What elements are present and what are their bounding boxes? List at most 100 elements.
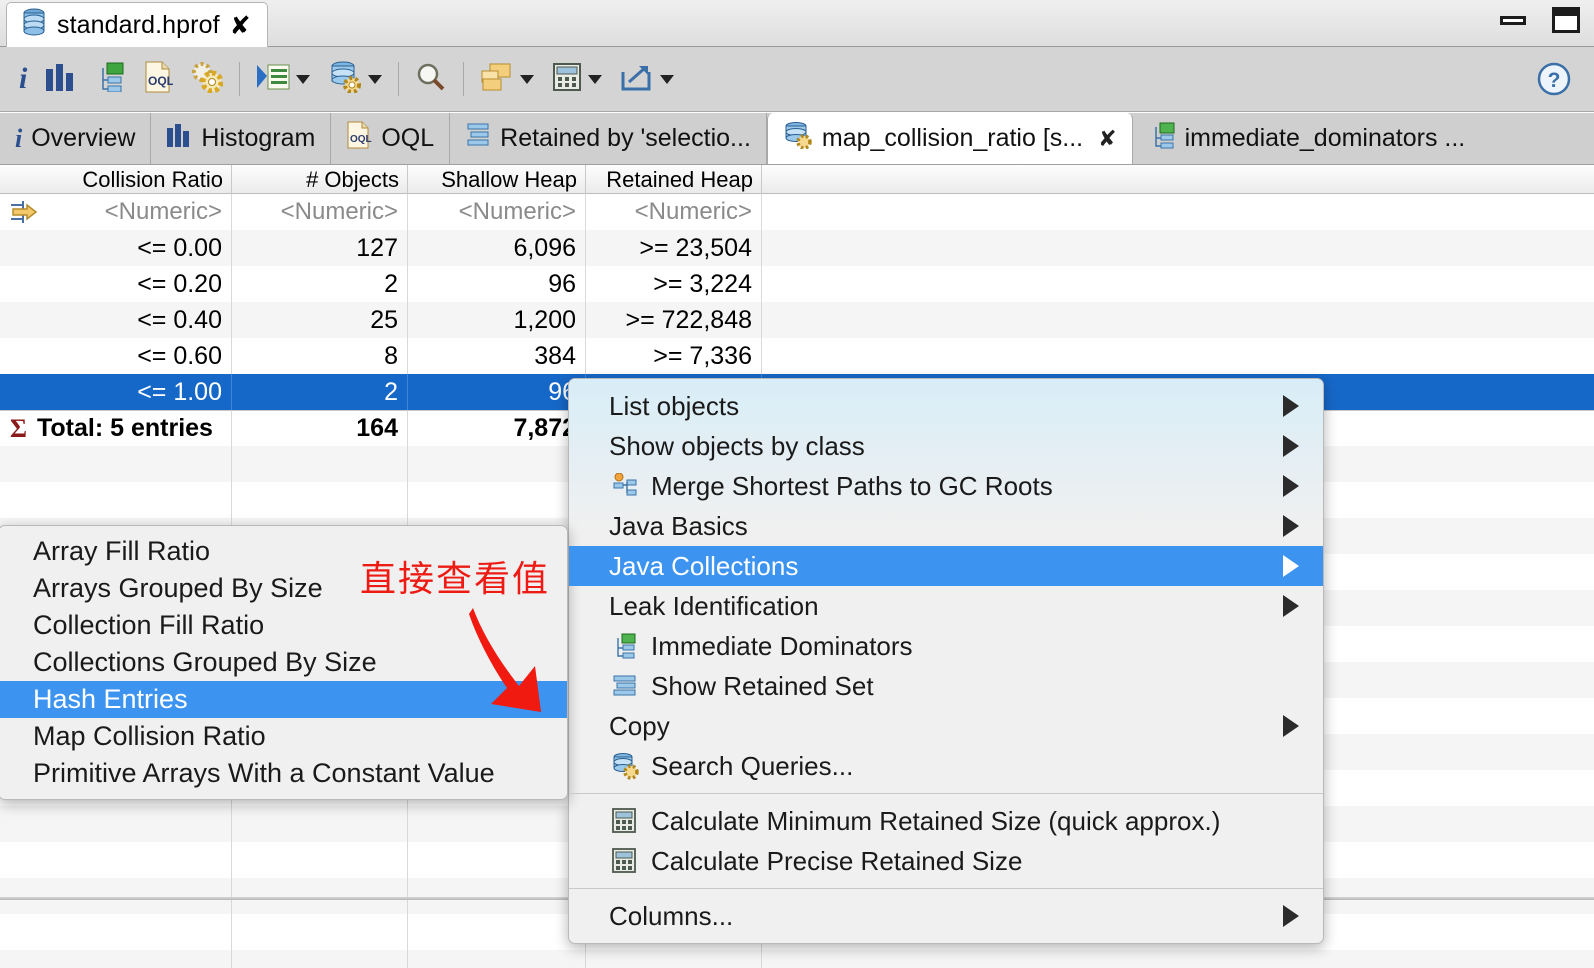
toolbar-button-open-query-browser[interactable]	[319, 56, 391, 102]
menu-item-show-retained-set[interactable]: Show Retained Set	[569, 666, 1323, 706]
toolbar-button-queries[interactable]	[182, 56, 232, 102]
menu-item-list-objects[interactable]: List objects	[569, 386, 1323, 426]
menu-item-label: Show Retained Set	[651, 670, 874, 701]
close-icon[interactable]: ✘	[1098, 126, 1116, 152]
cell-collision-ratio: <= 0.20	[0, 266, 232, 302]
cell-shallow-heap: 6,096	[408, 230, 586, 266]
heap-dump-icon	[21, 8, 47, 43]
column-header-shallow-heap[interactable]: Shallow Heap	[408, 165, 586, 194]
tab-oql[interactable]: OQL OQL	[331, 113, 451, 164]
cell-filler	[762, 338, 1594, 374]
retained-set-icon	[611, 674, 639, 698]
toolbar-button-overview-info[interactable]: i	[10, 56, 36, 102]
toolbar-separator	[398, 62, 400, 96]
toolbar-button-oql[interactable]: OQL	[134, 56, 182, 102]
filter-value-retained-heap: <Numeric>	[586, 194, 762, 230]
chevron-right-icon	[1283, 905, 1299, 927]
toolbar-button-group-by[interactable]	[471, 56, 543, 102]
menu-item-show-objects-by-class[interactable]: Show objects by class	[569, 426, 1323, 466]
application-window: standard.hprof ✘ i OQL ? i Overview Hist…	[0, 0, 1594, 968]
toolbar-button-export[interactable]	[611, 56, 683, 102]
menu-item-calculate-precise-retained-size[interactable]: Calculate Precise Retained Size	[569, 841, 1323, 881]
menu-item-java-collections[interactable]: Java Collections	[569, 546, 1323, 586]
submenu-item-label: Map Collision Ratio	[33, 721, 266, 751]
table-empty-row	[0, 950, 1594, 968]
cell-collision-ratio: <= 0.40	[0, 302, 232, 338]
tab-label: Overview	[31, 124, 136, 152]
svg-text:OQL: OQL	[350, 134, 372, 145]
toolbar-button-calculate[interactable]	[543, 56, 611, 102]
menu-item-columns[interactable]: Columns...	[569, 896, 1323, 936]
chevron-right-icon	[1283, 395, 1299, 417]
submenu-item-primitive-arrays-with-a-constant-value[interactable]: Primitive Arrays With a Constant Value	[0, 755, 567, 792]
column-header-collision-ratio[interactable]: Collision Ratio	[0, 165, 232, 194]
chevron-down-icon[interactable]	[520, 74, 535, 84]
menu-separator	[569, 888, 1323, 889]
table-row[interactable]: <= 0.20 2 96 >= 3,224	[0, 266, 1594, 302]
cell-retained-heap: >= 7,336	[586, 338, 762, 374]
total-num-objects: 164	[232, 411, 408, 446]
table-row[interactable]: <= 0.00 127 6,096 >= 23,504	[0, 230, 1594, 266]
tab-label: immediate_dominators ...	[1184, 124, 1466, 152]
menu-item-label: Copy	[609, 710, 670, 741]
tab-map-collision-ratio[interactable]: map_collision_ratio [s... ✘	[766, 113, 1133, 164]
table-filter-row[interactable]: <Numeric> <Numeric> <Numeric> <Numeric>	[0, 194, 1594, 230]
column-header-num-objects[interactable]: # Objects	[232, 165, 408, 194]
menu-separator	[569, 793, 1323, 794]
view-tab-bar: i Overview Histogram OQL OQL Retained by…	[0, 113, 1594, 165]
menu-item-search-queries[interactable]: Search Queries...	[569, 746, 1323, 786]
chevron-right-icon	[1283, 475, 1299, 497]
info-icon: i	[19, 62, 28, 95]
maximize-button[interactable]	[1552, 7, 1580, 33]
help-button[interactable]: ?	[1536, 61, 1572, 102]
chevron-down-icon[interactable]	[296, 74, 311, 84]
filter-icon[interactable]	[6, 198, 42, 226]
tab-retained-by-selection[interactable]: Retained by 'selectio...	[450, 113, 767, 164]
chevron-down-icon[interactable]	[368, 74, 383, 84]
table-header-row: Collision Ratio # Objects Shallow Heap R…	[0, 165, 1594, 194]
context-menu: List objects Show objects by class Merge…	[568, 378, 1324, 944]
column-header-retained-heap[interactable]: Retained Heap	[586, 165, 762, 194]
menu-item-label: Java Collections	[609, 550, 799, 581]
red-down-arrow-icon	[455, 600, 565, 735]
menu-item-calculate-minimum-retained-size[interactable]: Calculate Minimum Retained Size (quick a…	[569, 801, 1323, 841]
toolbar-button-run-expert-system[interactable]	[247, 56, 319, 102]
table-row[interactable]: <= 0.60 8 384 >= 7,336	[0, 338, 1594, 374]
tab-histogram[interactable]: Histogram	[151, 113, 332, 164]
group-windows-icon	[480, 62, 514, 97]
cell-collision-ratio: <= 0.00	[0, 230, 232, 266]
cell-shallow-heap: 96	[408, 266, 586, 302]
chevron-down-icon[interactable]	[660, 74, 675, 84]
cell-retained-heap: >= 23,504	[586, 230, 762, 266]
editor-tab-standard-hprof[interactable]: standard.hprof ✘	[6, 2, 268, 48]
query-browser-icon	[783, 121, 813, 156]
menu-item-leak-identification[interactable]: Leak Identification	[569, 586, 1323, 626]
toolbar-button-histogram[interactable]	[36, 56, 84, 102]
menu-item-java-basics[interactable]: Java Basics	[569, 506, 1323, 546]
export-icon	[620, 62, 654, 97]
minimize-button[interactable]	[1500, 15, 1526, 25]
menu-item-immediate-dominators[interactable]: Immediate Dominators	[569, 626, 1323, 666]
close-icon[interactable]: ✘	[230, 11, 251, 41]
info-icon: i	[15, 123, 23, 153]
tab-immediate-dominators[interactable]: immediate_dominators ...	[1132, 113, 1481, 164]
chevron-down-icon[interactable]	[588, 74, 603, 84]
table-row[interactable]: <= 0.40 25 1,200 >= 722,848	[0, 302, 1594, 338]
toolbar-separator	[463, 62, 465, 96]
cell-retained-heap: >= 722,848	[586, 302, 762, 338]
menu-item-label: Immediate Dominators	[651, 630, 913, 661]
filter-value-num-objects: <Numeric>	[232, 194, 408, 230]
calculator-icon	[611, 848, 639, 874]
tab-overview[interactable]: i Overview	[0, 113, 152, 164]
toolbar-button-find[interactable]	[406, 56, 456, 102]
cell-filler	[762, 266, 1594, 302]
toolbar-button-dominator-tree[interactable]	[84, 56, 134, 102]
gears-icon	[191, 61, 224, 98]
dominator-tree-icon	[93, 62, 125, 97]
oql-icon: OQL	[346, 121, 372, 156]
sigma-icon: Σ	[10, 413, 27, 443]
menu-item-merge-shortest-paths-to-gc-roots[interactable]: Merge Shortest Paths to GC Roots	[569, 466, 1323, 506]
submenu-item-label: Hash Entries	[33, 684, 188, 714]
menu-item-copy[interactable]: Copy	[569, 706, 1323, 746]
histogram-icon	[166, 123, 192, 154]
